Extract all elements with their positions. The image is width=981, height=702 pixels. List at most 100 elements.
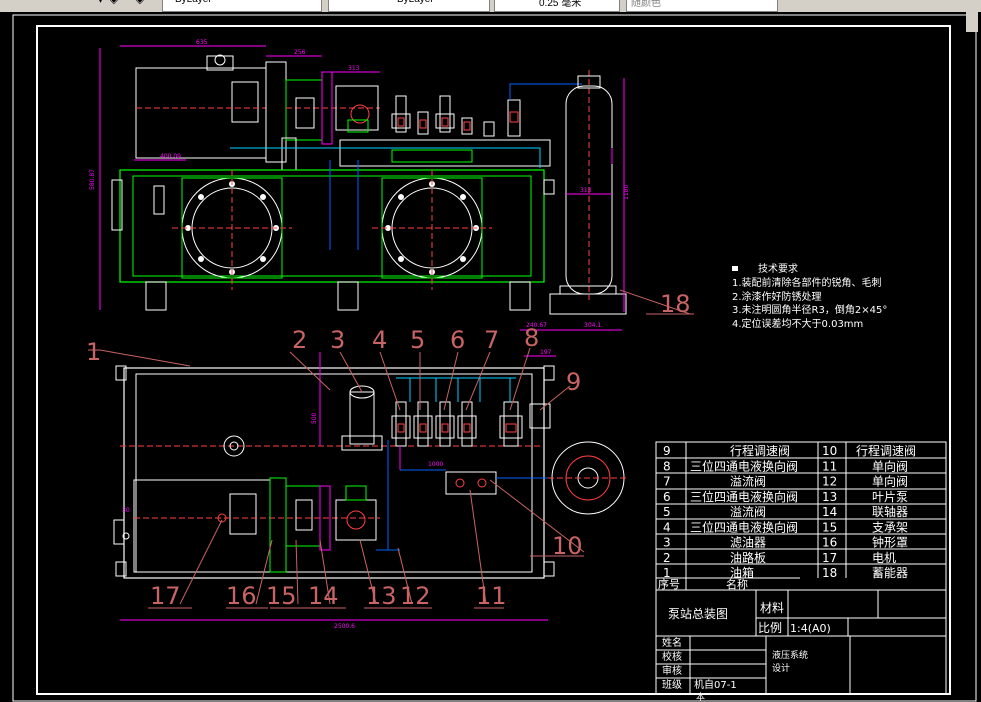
plotstyle-select-value: 随颜色 — [631, 0, 661, 9]
scale-value: 1:4(A0) — [790, 622, 831, 635]
front-dimensions — [99, 45, 625, 331]
parts-list-rows: 9 行程调速阀 10 行程调速阀 8 三位四通电液换向阀 11 单向阀 7 溢流阀 12 单向阀 6 三位… — [663, 443, 916, 580]
dim-313: 313 — [580, 187, 592, 194]
part-no-2: 8 — [663, 459, 671, 473]
balloon-12: 12 — [400, 582, 431, 610]
title-block — [655, 589, 947, 695]
part-no-3: 7 — [663, 475, 671, 489]
plotstyle-select[interactable]: 随颜色 — [626, 0, 778, 12]
dim-313-top: 313 — [348, 65, 360, 72]
tech-req-1: 1.装配前清除各部件的锐角、毛刺 — [732, 276, 882, 289]
balloon-6: 6 — [450, 326, 465, 354]
dim-304: 304.1 — [584, 322, 601, 329]
balloon-9: 9 — [566, 368, 581, 396]
linetype-select-value: ByLayer — [397, 0, 434, 8]
balloon-13: 13 — [366, 582, 397, 610]
dim-400: 400.09 — [160, 153, 181, 160]
lineweight-select-value: 0.25 毫米 — [539, 0, 582, 9]
dim-30: 30 — [122, 507, 130, 514]
lineweight-select[interactable]: 0.25 毫米 — [494, 0, 620, 12]
part-name-3: 溢流阀 — [730, 475, 766, 489]
balloon-15: 15 — [266, 582, 297, 610]
balloon-14: 14 — [308, 582, 339, 610]
balloon-8: 8 — [524, 324, 539, 352]
balloon-3: 3 — [330, 326, 345, 354]
part-name2-7: 钟形罩 — [872, 535, 908, 550]
project-line1: 液压系统 — [772, 649, 808, 661]
part-name2-5: 联轴器 — [872, 504, 908, 519]
reviewer-label: 审核 — [662, 664, 682, 677]
tech-requirements: 技术要求 1.装配前清除各部件的锐角、毛刺 2.涂漆作好防锈处理 3.未注明圆角… — [732, 262, 887, 330]
bullet-square-icon — [732, 266, 738, 271]
part-name2-3: 单向阀 — [872, 474, 908, 489]
dim-635: 635 — [196, 39, 208, 46]
balloon-17: 17 — [150, 582, 181, 610]
scale-label: 比例 — [758, 621, 782, 635]
balloon-2: 2 — [292, 326, 307, 354]
part-name2-8: 电机 — [872, 551, 896, 565]
top-dimensions — [120, 352, 556, 621]
balloon-11: 11 — [476, 582, 507, 610]
class-label: 班级 — [662, 679, 682, 691]
part-name-6: 三位四通电液换向阀 — [690, 519, 798, 534]
part-no-6: 4 — [663, 520, 671, 534]
material-label: 材料 — [760, 601, 784, 615]
part-no-8: 2 — [663, 551, 671, 565]
part-name-7: 滤油器 — [730, 536, 766, 550]
part-no-1: 9 — [663, 444, 671, 458]
part-name-5: 溢流阀 — [730, 505, 766, 519]
part-no2-4: 13 — [822, 490, 837, 504]
part-no2-5: 14 — [822, 505, 837, 519]
dim-580: 580.87 — [89, 169, 96, 190]
dim-1000: 1000 — [428, 461, 443, 468]
part-no2-2: 11 — [822, 459, 837, 473]
class-value: 机自07-1 — [694, 678, 737, 691]
tech-req-2: 2.涂漆作好防锈处理 — [732, 290, 822, 303]
top-view — [113, 365, 628, 579]
designer-label: 姓名 — [662, 636, 682, 649]
checker-label: 校核 — [662, 650, 682, 663]
part-name-4: 三位四通电液换向阀 — [690, 489, 798, 504]
oil-tank-front — [119, 169, 545, 283]
balloon-18: 18 — [660, 290, 691, 318]
balloon-7: 7 — [484, 326, 499, 354]
part-no2-9: 18 — [822, 566, 837, 580]
part-no2-6: 15 — [822, 520, 837, 534]
part-name-1: 行程调速阀 — [730, 443, 790, 458]
cad-toolbar: ▾ ◈ ◈ ByLayer ByLayer 0.25 毫米 随颜色 — [0, 0, 981, 12]
class-suffix: 本 — [696, 691, 705, 702]
part-no2-1: 10 — [822, 444, 837, 458]
part-name2-1: 行程调速阀 — [856, 443, 916, 458]
part-no2-8: 17 — [822, 551, 837, 565]
balloon-5: 5 — [410, 326, 425, 354]
dim-197: 197 — [540, 349, 552, 356]
part-name2-6: 支承架 — [872, 520, 908, 534]
toolbar-dropdown-icon[interactable]: ▾ — [98, 0, 103, 9]
tech-req-title: 技术要求 — [758, 262, 798, 275]
dim-2500: 2500.6 — [334, 623, 355, 630]
part-no-4: 6 — [663, 490, 671, 504]
part-name2-9: 蓄能器 — [872, 566, 908, 580]
color-select[interactable]: ByLayer — [162, 0, 322, 12]
linetype-select[interactable]: ByLayer — [328, 0, 490, 12]
layer-state-icon[interactable]: ◈ — [136, 0, 144, 9]
layer-manager-icon[interactable]: ◈ — [110, 0, 118, 9]
scrollbar-handle[interactable] — [966, 12, 978, 32]
drawing-canvas[interactable]: 635 256 313 400.09 313 240.67 304.1 1180… — [0, 12, 981, 702]
parts-header-name: 名称 — [726, 577, 748, 591]
part-name-2: 三位四通电液换向阀 — [690, 458, 798, 473]
parts-header-no: 序号 — [658, 577, 680, 591]
balloon-4: 4 — [372, 326, 387, 354]
part-name2-2: 单向阀 — [872, 458, 908, 473]
balloon-16: 16 — [226, 582, 257, 610]
tech-req-4: 4.定位误差均不大于0.03mm — [732, 317, 863, 330]
part-name-8: 油路板 — [730, 550, 766, 565]
balloon-1: 1 — [86, 338, 101, 366]
tech-req-3: 3.未注明圆角半径R3，倒角2×45° — [732, 303, 887, 316]
balloon-10: 10 — [552, 532, 583, 560]
oil-tank-top — [123, 367, 545, 579]
part-no-5: 5 — [663, 505, 671, 519]
color-select-value: ByLayer — [175, 0, 212, 8]
part-name2-4: 叶片泵 — [872, 490, 908, 504]
dim-256: 256 — [294, 49, 306, 56]
